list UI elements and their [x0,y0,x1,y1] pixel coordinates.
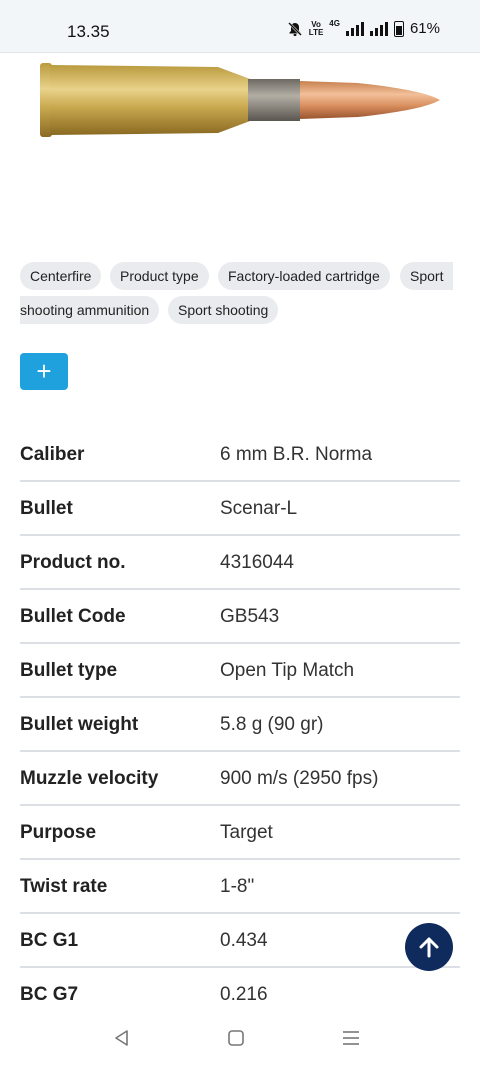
volte-bottom-label: LTE [308,27,324,37]
spec-label: BC G1 [20,930,79,951]
volte-icon: Vo LTE [308,20,324,37]
status-bar: 13.35 Vo LTE 4G 61% [0,0,480,53]
spec-value: 5.8 g (90 gr) [220,714,324,735]
spec-row-bullet-weight: Bullet weight 5.8 g (90 gr) [20,698,460,752]
spec-row-bc-g1: BC G1 0.434 [20,914,460,968]
spec-label: Bullet type [20,660,118,681]
spec-value: 6 mm B.R. Norma [220,444,373,465]
back-icon[interactable] [112,1028,132,1048]
spec-row-product-no: Product no. 4316044 [20,536,460,590]
spec-value: Open Tip Match [220,660,355,681]
spec-label: Bullet Code [20,606,126,627]
spec-row-caliber: Caliber 6 mm B.R. Norma [20,428,460,482]
home-icon[interactable] [227,1028,245,1048]
cartridge-image [40,63,440,137]
spec-label: Purpose [20,822,97,843]
spec-value: GB543 [220,606,280,627]
spec-label: Bullet weight [20,714,139,735]
spec-value: 1-8" [220,876,255,897]
spec-row-bullet: Bullet Scenar-L [20,482,460,536]
arrow-up-icon [419,937,439,958]
signal-icon-2 [369,21,388,36]
navigation-bar [0,1018,480,1067]
spec-row-twist-rate: Twist rate 1-8" [20,860,460,914]
specs-table: Caliber 6 mm B.R. Norma Bullet Scenar-L … [20,428,460,1020]
spec-label: Product no. [20,552,126,573]
bell-off-icon [287,21,302,36]
status-icons: Vo LTE 4G 61% [287,19,440,37]
spec-value: 0.216 [220,984,268,1005]
tag-sport-shooting-ammunition-end[interactable]: shooting ammunition [20,296,160,324]
scroll-to-top-button[interactable] [405,923,453,971]
spec-value: Scenar-L [220,498,298,519]
battery-percent: 61% [409,20,440,37]
signal-icon-1 [345,21,364,36]
tag-sport-shooting-ammunition-start[interactable]: Sport [400,262,454,290]
spec-row-bullet-code: Bullet Code GB543 [20,590,460,644]
spec-label: BC G7 [20,984,79,1005]
spec-value: 0.434 [220,930,268,951]
tag-sport-shooting[interactable]: Sport shooting [168,296,279,324]
spec-value: 4316044 [220,552,294,573]
spec-value: Target [220,822,273,843]
battery-icon [393,20,404,37]
status-time: 13.35 [67,22,110,41]
spec-row-purpose: Purpose Target [20,806,460,860]
tag-centerfire[interactable]: Centerfire [20,262,102,290]
screen: 13.35 Vo LTE 4G 61% Centerfire Product t… [0,0,480,1067]
spec-label: Bullet [20,498,73,519]
spec-value: 900 m/s (2950 fps) [220,768,379,789]
recents-icon[interactable] [341,1028,361,1048]
spec-row-bullet-type: Bullet type Open Tip Match [20,644,460,698]
spec-label: Caliber [20,444,85,465]
spec-row-bc-g7: BC G7 0.216 [20,968,460,1020]
tag-factory-loaded-cartridge[interactable]: Factory-loaded cartridge [218,262,390,290]
spec-label: Muzzle velocity [20,768,159,789]
network-type: 4G [329,19,340,28]
spec-label: Twist rate [20,876,108,897]
spec-row-muzzle-velocity: Muzzle velocity 900 m/s (2950 fps) [20,752,460,806]
expand-button[interactable]: + [20,353,68,390]
tag-product-type[interactable]: Product type [110,262,209,290]
